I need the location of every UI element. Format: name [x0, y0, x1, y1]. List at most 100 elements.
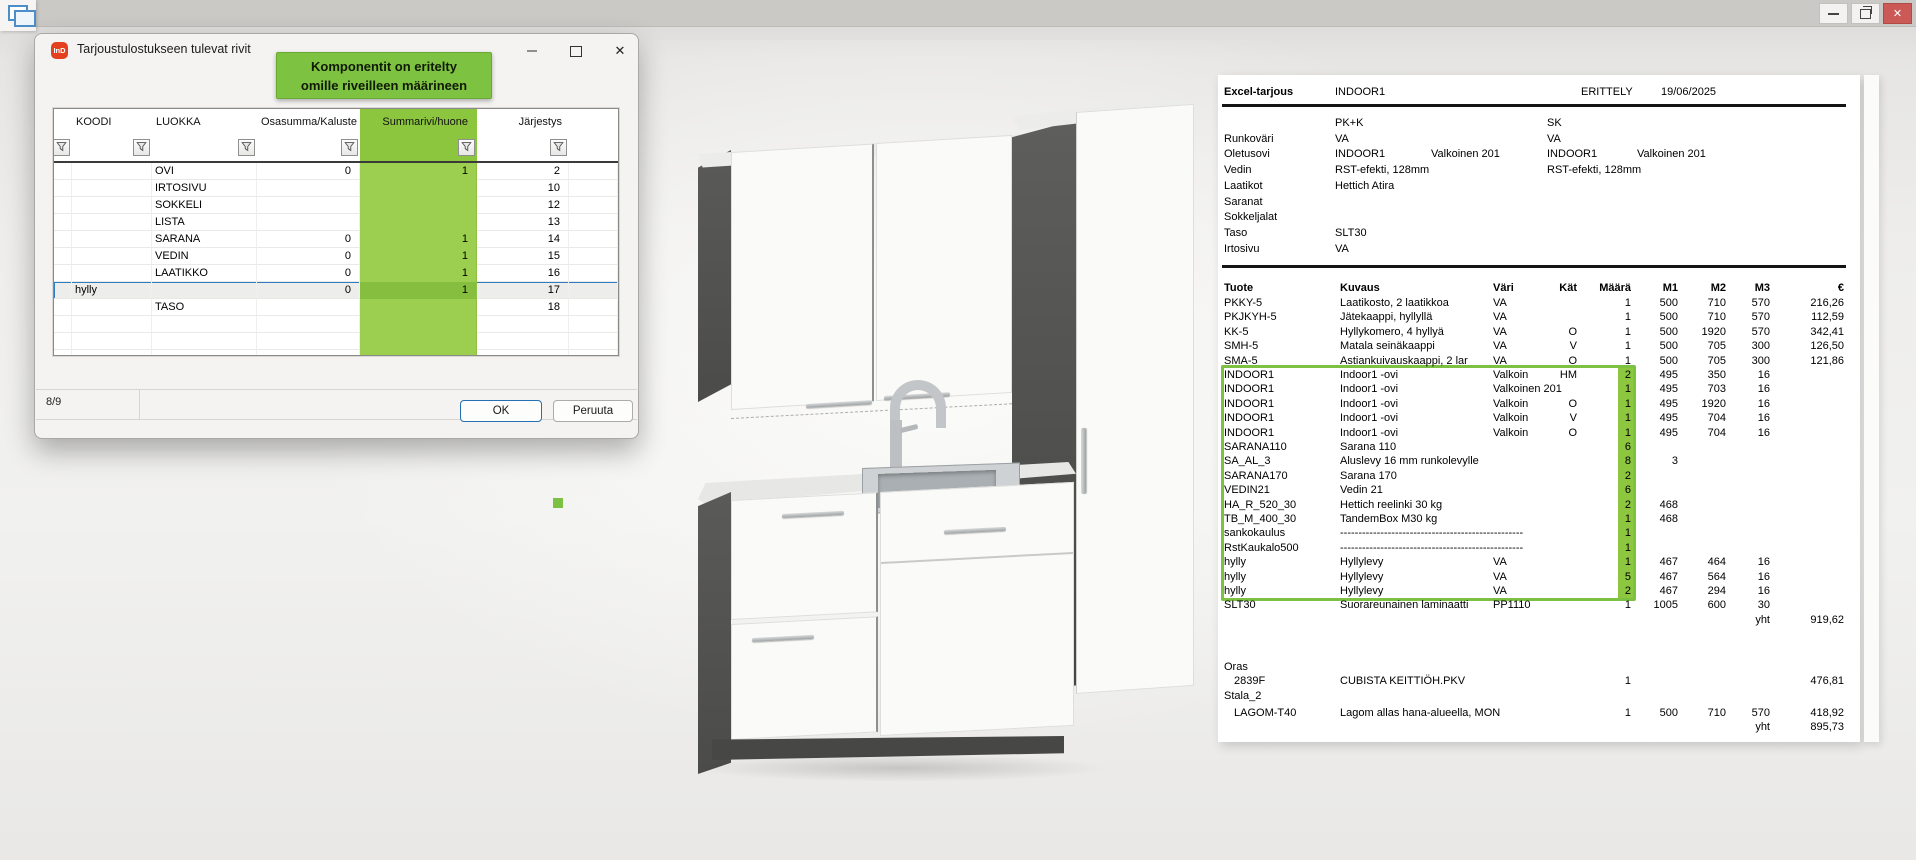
row-selector-cell[interactable]: [54, 265, 72, 282]
minimize-button[interactable]: [1819, 3, 1848, 24]
cell-tuote: PKKY-5: [1224, 296, 1340, 310]
cell-tuote: INDOOR1: [1224, 368, 1340, 382]
table-row[interactable]: VEDIN0115: [54, 248, 618, 265]
row-selector-cell[interactable]: [54, 163, 72, 180]
cell-kat: O: [1553, 354, 1577, 368]
row-selector-cell[interactable]: [54, 316, 72, 333]
doc-row: PKKY-5Laatikosto, 2 laatikkoaVA150071057…: [1224, 296, 1844, 310]
filter-button-koodi[interactable]: [133, 139, 150, 156]
callout-tooltip: Komponentit on eritelty omille riveillee…: [276, 52, 492, 99]
cell-osasumma: 0: [257, 248, 360, 265]
cell-kuvaus: Sarana 170: [1340, 469, 1493, 483]
cell-maara: 1: [1577, 512, 1631, 526]
cell-m2: [1678, 512, 1726, 526]
cell-jarjestys: 10: [477, 180, 569, 197]
cell-vari: [1493, 454, 1553, 468]
cell-luokka: OVI: [152, 163, 257, 180]
cell-kuvaus: Indoor1 -ovi: [1340, 411, 1493, 425]
row-selector-cell[interactable]: [54, 180, 72, 197]
cell-vari: [1493, 706, 1553, 720]
table-row[interactable]: LISTA13: [54, 214, 618, 231]
table-row[interactable]: IRTOSIVU10: [54, 180, 618, 197]
restore-button[interactable]: [1851, 3, 1880, 24]
cell-kat: O: [1553, 325, 1577, 339]
cell-tuote: LAGOM-T40: [1224, 706, 1340, 720]
row-selector-cell[interactable]: [54, 333, 72, 350]
row-selector-cell[interactable]: [54, 197, 72, 214]
col-luokka[interactable]: LUOKKA: [152, 109, 257, 135]
cell-vari: [1493, 613, 1553, 627]
dialog-close-button[interactable]: ✕: [607, 39, 633, 63]
table-row[interactable]: [54, 333, 618, 350]
cell-tuote: INDOOR1: [1224, 382, 1340, 396]
cell-m1: 500: [1631, 354, 1678, 368]
filter-cell-filler: [569, 135, 618, 161]
cell-eur: [1770, 498, 1844, 512]
col-summarivi[interactable]: Summarivi/huone: [360, 109, 477, 135]
table-row[interactable]: [54, 316, 618, 333]
restore-icon: [1860, 9, 1871, 19]
cell-m3: [1726, 440, 1770, 454]
3d-kitchen-viewport[interactable]: [660, 90, 1240, 790]
cell-kat: O: [1553, 397, 1577, 411]
row-selector-cell[interactable]: [54, 350, 72, 356]
cancel-button[interactable]: Peruuta: [553, 400, 633, 422]
table-row[interactable]: [54, 350, 618, 356]
cell-m2: 464: [1678, 555, 1726, 569]
table-row[interactable]: TASO18: [54, 299, 618, 316]
table-row[interactable]: SARANA0114: [54, 231, 618, 248]
close-button[interactable]: ✕: [1883, 3, 1912, 24]
cell-kat: [1553, 584, 1577, 598]
cell-m2: 704: [1678, 411, 1726, 425]
cell-vari: Valkoin: [1493, 411, 1553, 425]
doc-row: sankokaulus-----------------------------…: [1224, 526, 1844, 540]
cell-kat: [1553, 382, 1577, 396]
cell-m3: 16: [1726, 555, 1770, 569]
cell-m3: [1726, 674, 1770, 688]
cell-m3: [1726, 469, 1770, 483]
filter-button-selector[interactable]: [53, 139, 70, 156]
dialog-minimize-button[interactable]: [519, 39, 545, 63]
cell-koodi: [72, 265, 152, 282]
filter-button-summarivi[interactable]: [458, 139, 475, 156]
cell-vari: [1493, 440, 1553, 454]
cell-vari: [1493, 526, 1553, 540]
filter-button-luokka[interactable]: [238, 139, 255, 156]
row-selector-cell[interactable]: [54, 282, 72, 299]
table-row[interactable]: hylly0117: [54, 282, 618, 299]
app-button[interactable]: [0, 0, 36, 31]
cell-kat: [1553, 706, 1577, 720]
cell-m3: [1726, 454, 1770, 468]
cell-maara: 1: [1577, 426, 1631, 440]
info-value-2-extra: Valkoinen 201: [1637, 148, 1706, 160]
cell-kat: [1553, 526, 1577, 540]
col-koodi[interactable]: KOODI: [72, 109, 152, 135]
table-row[interactable]: SOKKELI12: [54, 197, 618, 214]
selection-marker[interactable]: [553, 498, 563, 508]
dialog-maximize-button[interactable]: [563, 39, 589, 63]
cell-m2: 600: [1678, 598, 1726, 612]
row-selector-cell[interactable]: [54, 214, 72, 231]
filter-button-osasumma[interactable]: [341, 139, 358, 156]
col-osasumma[interactable]: Osasumma/Kaluste: [257, 109, 360, 135]
cell-m2: 705: [1678, 354, 1726, 368]
cell-kuvaus: Sarana 110: [1340, 440, 1493, 454]
cell-m3: 16: [1726, 426, 1770, 440]
cell-m2: 710: [1678, 296, 1726, 310]
cell-eur: [1770, 555, 1844, 569]
col-jarjestys[interactable]: Järjestys: [477, 109, 569, 135]
table-row[interactable]: LAATIKKO0116: [54, 265, 618, 282]
cell-osasumma: [257, 350, 360, 356]
cell-maara: 6: [1577, 483, 1631, 497]
cell-vari: [1493, 689, 1553, 703]
filter-button-jarjestys[interactable]: [550, 139, 567, 156]
cell-kuvaus: CUBISTA KEITTIÖH.PKV: [1340, 674, 1493, 688]
ok-button[interactable]: OK: [460, 400, 542, 422]
row-selector-cell[interactable]: [54, 231, 72, 248]
cell-eur: [1770, 382, 1844, 396]
row-selector-cell[interactable]: [54, 299, 72, 316]
cell-m2: 703: [1678, 382, 1726, 396]
table-row[interactable]: OVI012: [54, 163, 618, 180]
cell-filler: [569, 265, 618, 282]
row-selector-cell[interactable]: [54, 248, 72, 265]
